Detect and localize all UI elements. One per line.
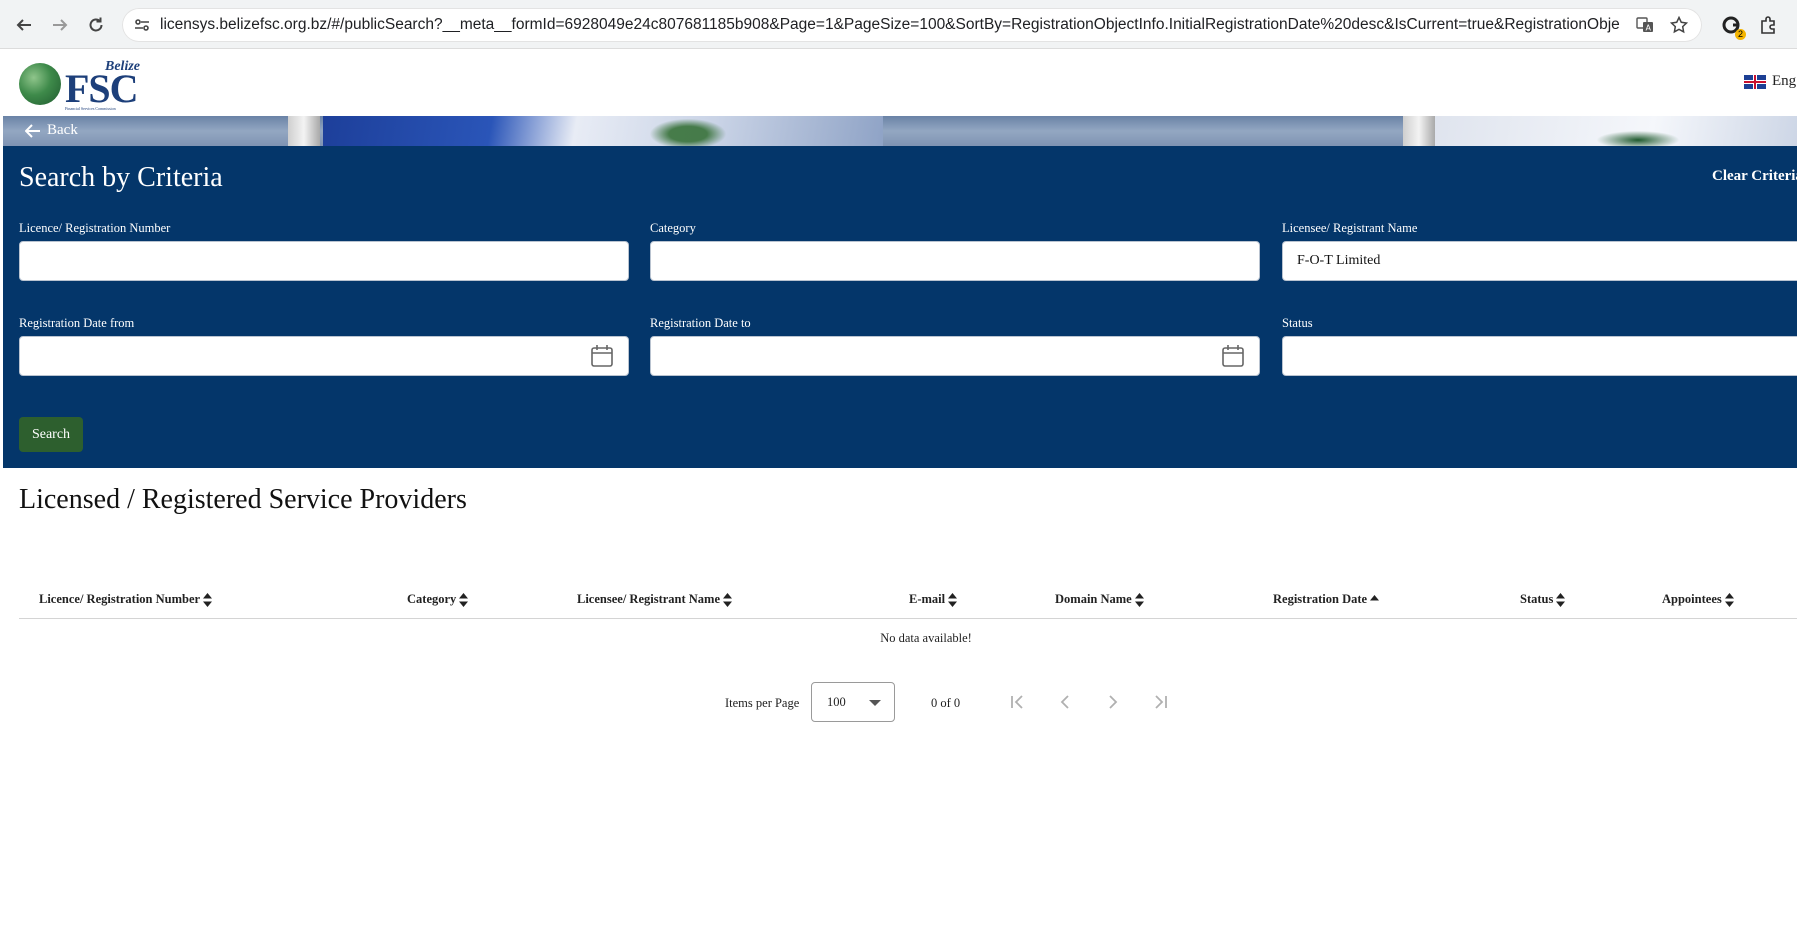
category-input[interactable] (650, 241, 1260, 281)
sort-icon (1556, 592, 1566, 607)
back-link[interactable]: Back (25, 122, 78, 139)
sort-icon (1724, 592, 1734, 607)
next-page-icon[interactable] (1101, 690, 1125, 714)
items-per-page-label: Items per Page (725, 696, 800, 710)
column-header-licensee-name[interactable]: Licensee/ Registrant Name (577, 592, 733, 607)
sort-icon (203, 592, 213, 607)
status-label: Status (1282, 316, 1313, 330)
licensee-name-input[interactable]: F-O-T Limited (1282, 241, 1797, 281)
back-label: Back (47, 122, 78, 138)
search-panel: Search by Criteria Clear Criteria Licenc… (3, 146, 1797, 468)
sort-icon (723, 592, 733, 607)
fsc-logo[interactable]: Belize FSC Financial Services Commission (19, 59, 140, 111)
licence-number-input[interactable] (19, 241, 629, 281)
date-from-label: Registration Date from (19, 316, 135, 330)
search-title: Search by Criteria (19, 162, 223, 193)
no-data-message: No data available! (880, 631, 972, 645)
column-header-category[interactable]: Category (407, 592, 469, 607)
language-label: Eng (1772, 73, 1797, 89)
pagination: Items per Page 100 0 of 0 (725, 682, 1185, 722)
address-bar[interactable]: licensys.belizefsc.org.bz/#/publicSearch… (122, 8, 1702, 42)
sort-icon (948, 592, 958, 607)
column-header-email[interactable]: E-mail (909, 592, 958, 607)
clear-criteria-link[interactable]: Clear Criteria (1712, 168, 1797, 185)
extension-badge: 2 (1735, 29, 1746, 40)
status-input[interactable] (1282, 336, 1797, 376)
arrow-left-icon (25, 123, 40, 138)
star-icon[interactable] (1667, 13, 1691, 37)
search-button[interactable]: Search (19, 417, 83, 452)
last-page-icon[interactable] (1149, 690, 1173, 714)
browser-toolbar: licensys.belizefsc.org.bz/#/publicSearch… (0, 0, 1797, 49)
url-text: licensys.belizefsc.org.bz/#/publicSearch… (160, 16, 1620, 33)
items-per-page-value: 100 (827, 695, 846, 709)
puzzle-icon[interactable] (1755, 12, 1781, 38)
translate-icon[interactable]: A (1633, 13, 1657, 37)
sort-icon (1134, 592, 1144, 607)
site-header: Belize FSC Financial Services Commission… (3, 49, 1797, 116)
column-header-licence-number[interactable]: Licence/ Registration Number (39, 592, 213, 607)
column-header-domain-name[interactable]: Domain Name (1055, 592, 1144, 607)
range-label: 0 of 0 (931, 696, 961, 710)
language-selector[interactable]: Eng (1744, 73, 1796, 90)
items-per-page-select[interactable]: 100 (811, 682, 895, 722)
calendar-icon[interactable] (590, 344, 614, 368)
date-to-label: Registration Date to (650, 316, 751, 330)
previous-page-icon[interactable] (1053, 690, 1077, 714)
back-arrow-icon[interactable] (11, 12, 37, 38)
sort-icon (459, 592, 469, 607)
logo-tagline: Financial Services Commission (65, 106, 116, 111)
table-header: Licence/ Registration Number Category Li… (19, 582, 1797, 619)
licensee-name-label: Licensee/ Registrant Name (1282, 221, 1418, 235)
sort-asc-icon (1370, 594, 1380, 600)
licence-number-label: Licence/ Registration Number (19, 221, 171, 235)
svg-text:A: A (1646, 24, 1652, 33)
globe-icon (19, 63, 61, 105)
reload-icon[interactable] (83, 12, 109, 38)
results-table: Licence/ Registration Number Category Li… (19, 582, 1797, 645)
banner-image: Back (3, 116, 1797, 146)
column-header-status[interactable]: Status (1520, 592, 1566, 607)
forward-arrow-icon[interactable] (47, 12, 73, 38)
date-from-input[interactable] (19, 336, 629, 376)
logo-fsc-text: FSC (65, 66, 139, 111)
uk-flag-icon (1744, 74, 1766, 89)
site-settings-icon[interactable] (130, 13, 154, 37)
first-page-icon[interactable] (1005, 690, 1029, 714)
column-header-appointees[interactable]: Appointees (1662, 592, 1734, 607)
calendar-icon[interactable] (1221, 344, 1245, 368)
dropdown-caret-icon (869, 700, 881, 706)
date-to-input[interactable] (650, 336, 1260, 376)
results-title: Licensed / Registered Service Providers (19, 484, 467, 515)
column-header-registration-date[interactable]: Registration Date (1273, 592, 1380, 607)
category-label: Category (650, 221, 696, 235)
extension-icon[interactable]: 2 (1718, 12, 1746, 40)
